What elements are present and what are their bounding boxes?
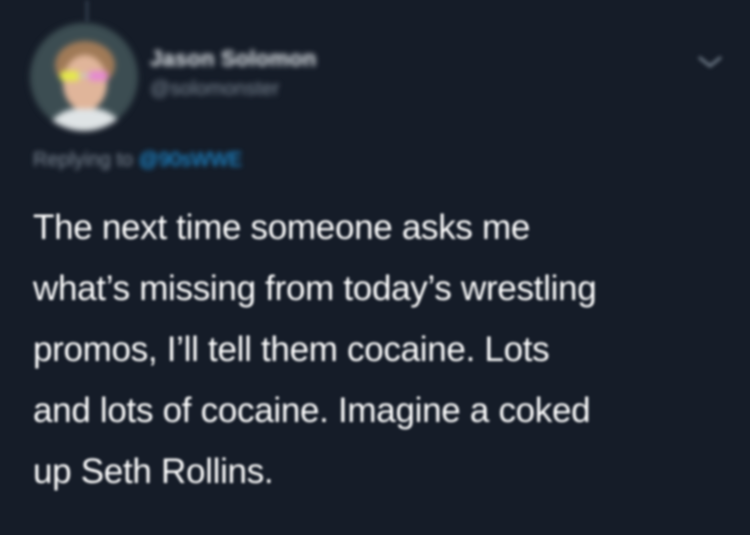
author-display-name[interactable]: Jason Solomon (150, 46, 316, 72)
chevron-down-icon[interactable] (697, 55, 723, 69)
author-block[interactable]: Jason Solomon @solomonster (150, 46, 316, 102)
thread-connector-line (85, 0, 89, 22)
author-handle[interactable]: @solomonster (150, 76, 316, 102)
tweet-text: The next time someone asks me what’s mis… (33, 208, 597, 491)
avatar-image (30, 23, 138, 131)
avatar[interactable] (30, 23, 138, 131)
replying-to-label: Replying to (33, 149, 134, 171)
reply-mention-link[interactable]: @90sWWE (139, 149, 243, 171)
tweet-card: Jason Solomon @solomonster Replying to @… (0, 0, 750, 535)
replying-to-line: Replying to @90sWWE (33, 147, 242, 173)
